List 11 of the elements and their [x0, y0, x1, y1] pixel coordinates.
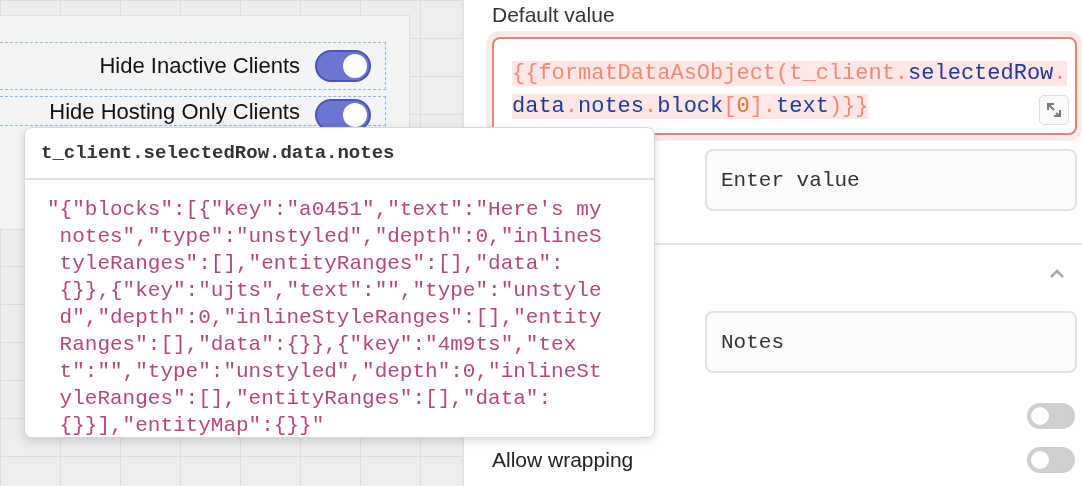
toggle-switch[interactable] [315, 50, 371, 82]
toggle-label: Hide Inactive Clients [99, 53, 300, 79]
input-field[interactable]: Notes [705, 311, 1077, 373]
chevron-up-icon[interactable] [1049, 269, 1065, 279]
input-field[interactable]: Enter value [705, 149, 1077, 211]
switch-label: Allow wrapping [492, 448, 634, 472]
value-text: "{"blocks":[{"key":"a0451","text":"Here's my notes","type":"unstyled","depth":0,"inlineStyleRanges":[],"entityRanges":[],"data":{}},{"key":"ujts","text":"","type":"unstyled","depth":0,"inlineStyleRanges":[],"entityRanges":[],"data":{}},{"key":"4m9ts","text":"","type":"unstyled","depth":0,"inlineStyleRanges":[],"entityRanges":[],"data":{}}],"entityMap":{}}" [47, 197, 603, 439]
toggle-label: Hide Hosting Only Clients [49, 99, 300, 125]
popover-title: t_client.selectedRow.data.notes [25, 128, 654, 180]
field-label: Default value [492, 3, 616, 28]
expand-icon[interactable] [1039, 95, 1069, 125]
